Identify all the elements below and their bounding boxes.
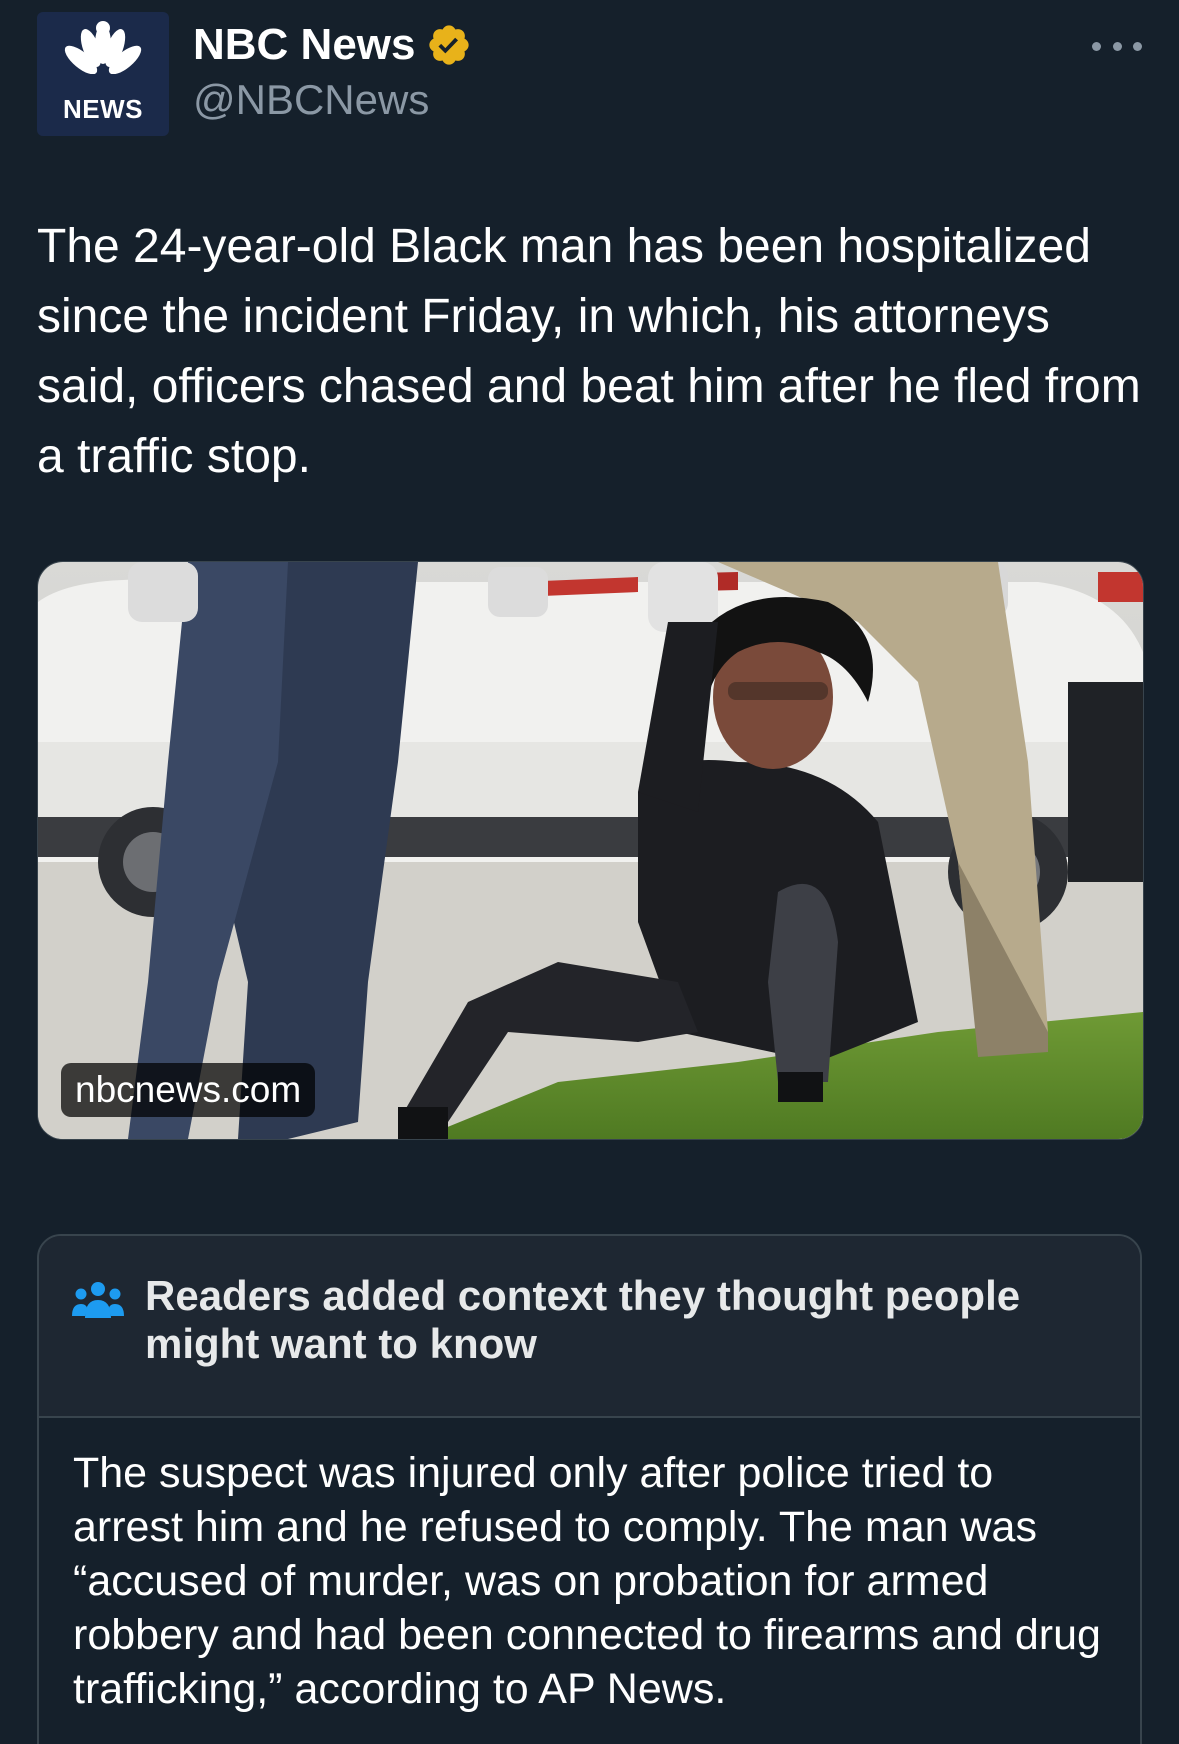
avatar[interactable]: NEWS: [37, 12, 169, 136]
link-domain-badge: nbcnews.com: [61, 1063, 316, 1117]
more-icon-dot: [1112, 41, 1122, 51]
community-note-title: Readers added context they thought peopl…: [145, 1272, 1021, 1367]
display-name[interactable]: NBC News: [193, 20, 416, 70]
link-preview-card[interactable]: nbcnews.com: [37, 561, 1144, 1140]
community-note-header: Readers added context they thought peopl…: [39, 1236, 1140, 1418]
community-note-body: The suspect was injured only after polic…: [73, 1449, 1101, 1713]
people-icon: [72, 1282, 124, 1318]
more-options-button[interactable]: [1092, 28, 1142, 64]
verified-badge-icon: [428, 25, 469, 65]
tweet: NEWS NBC News @NBCNews The 24-year-old B…: [0, 0, 1179, 1744]
article-photo: [38, 562, 1143, 1139]
tweet-text: The 24-year-old Black man has been hospi…: [37, 220, 1141, 483]
author-handle[interactable]: @NBCNews: [193, 76, 429, 124]
author-name-row: NBC News: [193, 20, 472, 70]
avatar-label: NEWS: [63, 94, 143, 124]
more-icon-dot: [1133, 41, 1142, 51]
more-icon-dot: [1092, 41, 1101, 51]
community-note[interactable]: Readers added context they thought peopl…: [37, 1234, 1142, 1744]
